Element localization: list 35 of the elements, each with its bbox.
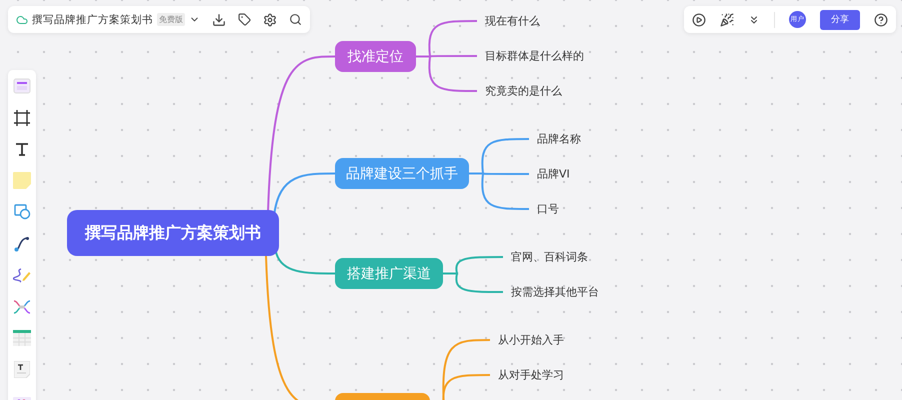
subtopic-text[interactable]: 品牌VI xyxy=(537,166,570,182)
frame-icon xyxy=(14,110,30,126)
topic-node[interactable]: 找准定位 xyxy=(335,41,416,72)
help-icon[interactable] xyxy=(874,12,888,26)
table-icon xyxy=(13,330,31,346)
sticky-note-icon xyxy=(13,172,31,189)
share-button[interactable]: 分享 xyxy=(820,10,860,30)
pen-icon xyxy=(13,267,31,283)
connector-line xyxy=(443,272,503,293)
curve-icon xyxy=(14,236,30,252)
subtopic-text[interactable]: 目标群体是什么样的 xyxy=(485,48,584,64)
text-tool-icon xyxy=(15,142,29,156)
subtopic-text[interactable]: 官网、百科词条 xyxy=(511,250,588,264)
page-icon xyxy=(13,78,31,94)
chevrons-down-icon[interactable] xyxy=(748,14,760,26)
tag-icon[interactable] xyxy=(238,13,251,26)
subtopic-text[interactable]: 从对手处学习 xyxy=(498,368,564,382)
mind-map-icon xyxy=(13,300,31,314)
play-icon[interactable] xyxy=(692,12,706,26)
download-icon[interactable] xyxy=(212,12,226,26)
document-icon xyxy=(14,361,30,378)
root-topic[interactable]: 撰写品牌推广方案策划书 xyxy=(67,210,279,256)
subtopic-text[interactable]: 口号 xyxy=(537,202,559,216)
search-icon[interactable] xyxy=(289,13,302,26)
subtopic-text[interactable]: 究竟卖的是什么 xyxy=(485,84,562,98)
plan-badge: 免费版 xyxy=(157,13,185,26)
document-title: 撰写品牌推广方案策划书 xyxy=(32,12,153,26)
shapes-icon xyxy=(14,204,30,220)
subtopic-text[interactable]: 按需选择其他平台 xyxy=(511,284,599,300)
party-popper-icon[interactable] xyxy=(720,12,734,26)
subtopic-text[interactable]: 品牌名称 xyxy=(537,132,581,146)
cloud-icon xyxy=(16,14,28,26)
subtopic-text[interactable]: 从小开始入手 xyxy=(498,332,564,348)
settings-icon[interactable] xyxy=(263,12,277,26)
subtopic-text[interactable]: 现在有什么 xyxy=(485,14,540,28)
